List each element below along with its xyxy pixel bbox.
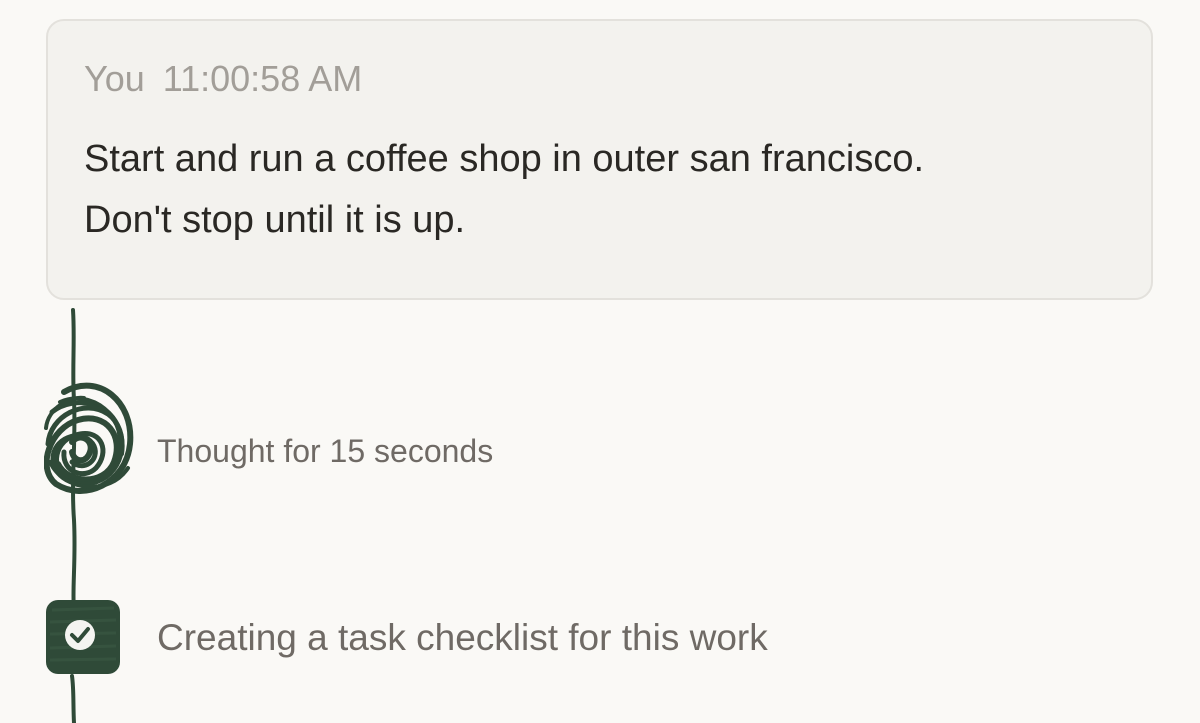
checkbox-checked-icon — [46, 600, 120, 674]
message-line: Don't stop until it is up. — [84, 199, 466, 241]
user-message-card: You 11:00:58 AM Start and run a coffee sh… — [46, 19, 1153, 300]
message-line: Start and run a coffee shop in outer san… — [84, 138, 925, 180]
message-author: You — [84, 58, 145, 99]
message-header: You 11:00:58 AM — [84, 58, 362, 100]
step-task-label[interactable]: Creating a task checklist for this work — [157, 617, 768, 659]
step-thought-label[interactable]: Thought for 15 seconds — [157, 433, 493, 470]
scribble-thinking-icon — [44, 382, 134, 494]
message-body: Start and run a coffee shop in outer san… — [84, 129, 1104, 251]
message-timestamp: 11:00:58 AM — [162, 58, 363, 99]
